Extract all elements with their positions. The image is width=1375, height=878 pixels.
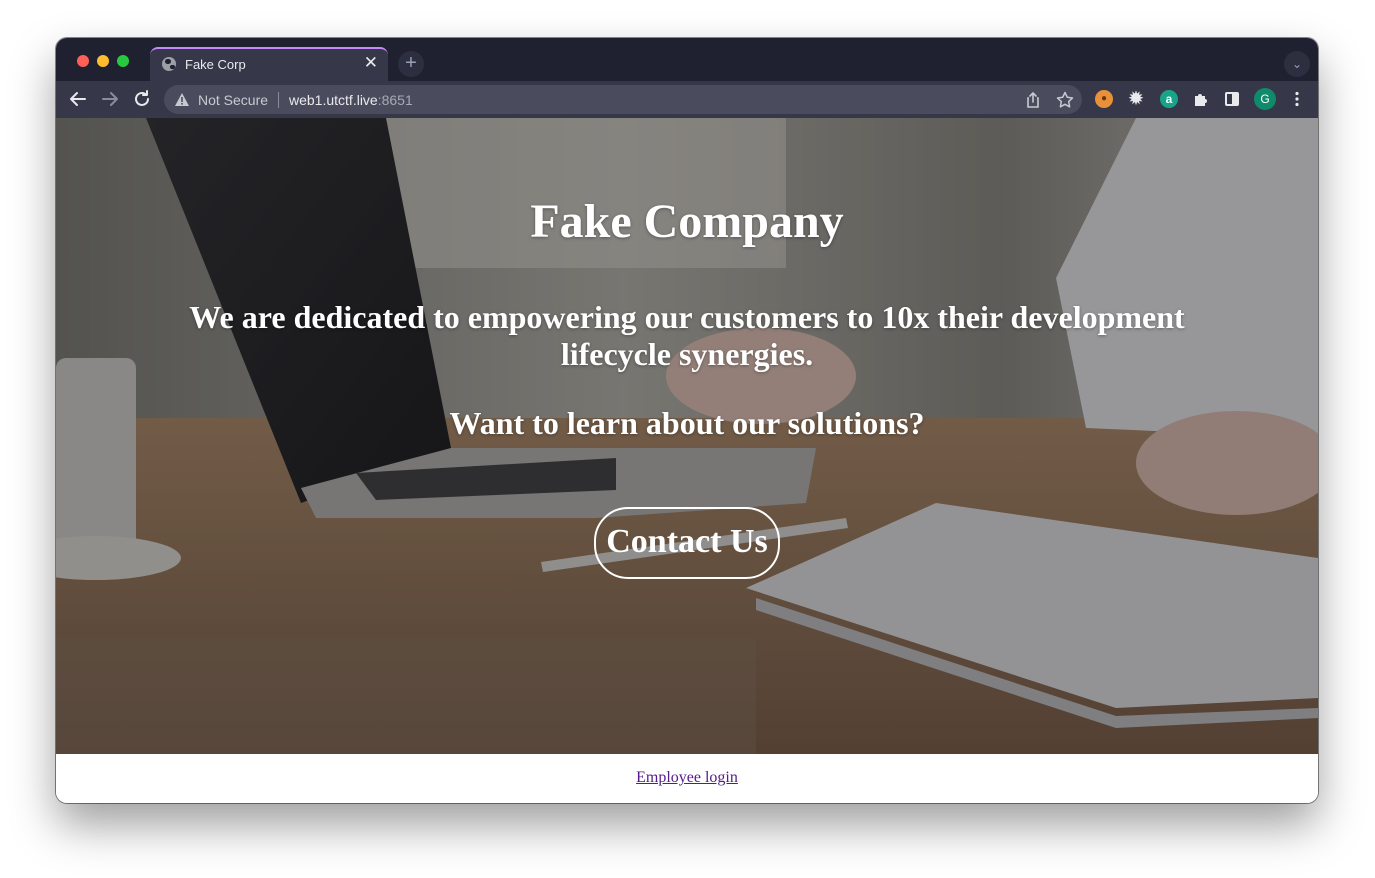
- tab-strip: Fake Corp ✕ + ⌄: [56, 38, 1318, 81]
- close-tab-icon[interactable]: ✕: [364, 53, 378, 73]
- amazon-extension-icon[interactable]: a: [1160, 90, 1178, 108]
- side-panel-icon[interactable]: [1225, 92, 1239, 106]
- web-page: Fake Company We are dedicated to empower…: [56, 118, 1318, 803]
- new-tab-button[interactable]: +: [398, 51, 424, 77]
- maximize-window-button[interactable]: [117, 55, 129, 67]
- hero-section: Fake Company We are dedicated to empower…: [56, 118, 1318, 754]
- browser-window: Fake Corp ✕ + ⌄ Not Secure web1.utctf.li…: [56, 38, 1318, 803]
- hero-content: Fake Company We are dedicated to empower…: [56, 118, 1318, 754]
- globe-icon: [162, 57, 176, 71]
- url-text[interactable]: web1.utctf.live:8651: [289, 92, 413, 108]
- puzzle-extensions-icon[interactable]: [1192, 90, 1210, 108]
- forward-arrow-icon[interactable]: [98, 87, 122, 111]
- minimize-window-button[interactable]: [97, 55, 109, 67]
- reload-icon[interactable]: [130, 87, 154, 111]
- page-footer: Employee login: [56, 754, 1318, 803]
- tab-fake-corp[interactable]: Fake Corp ✕: [150, 47, 388, 81]
- profile-avatar[interactable]: G: [1254, 88, 1276, 110]
- browser-toolbar: Not Secure web1.utctf.live:8651 ● ✹ a G: [56, 81, 1318, 118]
- contact-us-button[interactable]: Contact Us: [594, 507, 780, 579]
- url-host: web1.utctf.live: [289, 92, 378, 108]
- close-window-button[interactable]: [77, 55, 89, 67]
- tab-title: Fake Corp: [185, 57, 246, 72]
- back-arrow-icon[interactable]: [66, 87, 90, 111]
- url-port: :8651: [377, 92, 413, 108]
- kebab-menu-icon[interactable]: [1288, 90, 1306, 108]
- warning-icon[interactable]: [174, 92, 190, 107]
- tab-search-button[interactable]: ⌄: [1284, 51, 1310, 77]
- share-icon[interactable]: [1023, 90, 1043, 110]
- gear-extension-icon[interactable]: ✹: [1127, 90, 1145, 108]
- company-tagline: We are dedicated to empowering our custo…: [189, 299, 1185, 372]
- solutions-question: Want to learn about our solutions?: [449, 405, 925, 441]
- security-status-label[interactable]: Not Secure: [198, 92, 268, 108]
- omnibox-divider: [278, 92, 279, 108]
- star-icon[interactable]: [1055, 90, 1075, 110]
- cookie-extension-icon[interactable]: ●: [1095, 90, 1113, 108]
- address-bar[interactable]: Not Secure web1.utctf.live:8651: [164, 85, 1082, 114]
- employee-login-link[interactable]: Employee login: [636, 769, 738, 787]
- company-title: Fake Company: [530, 195, 844, 248]
